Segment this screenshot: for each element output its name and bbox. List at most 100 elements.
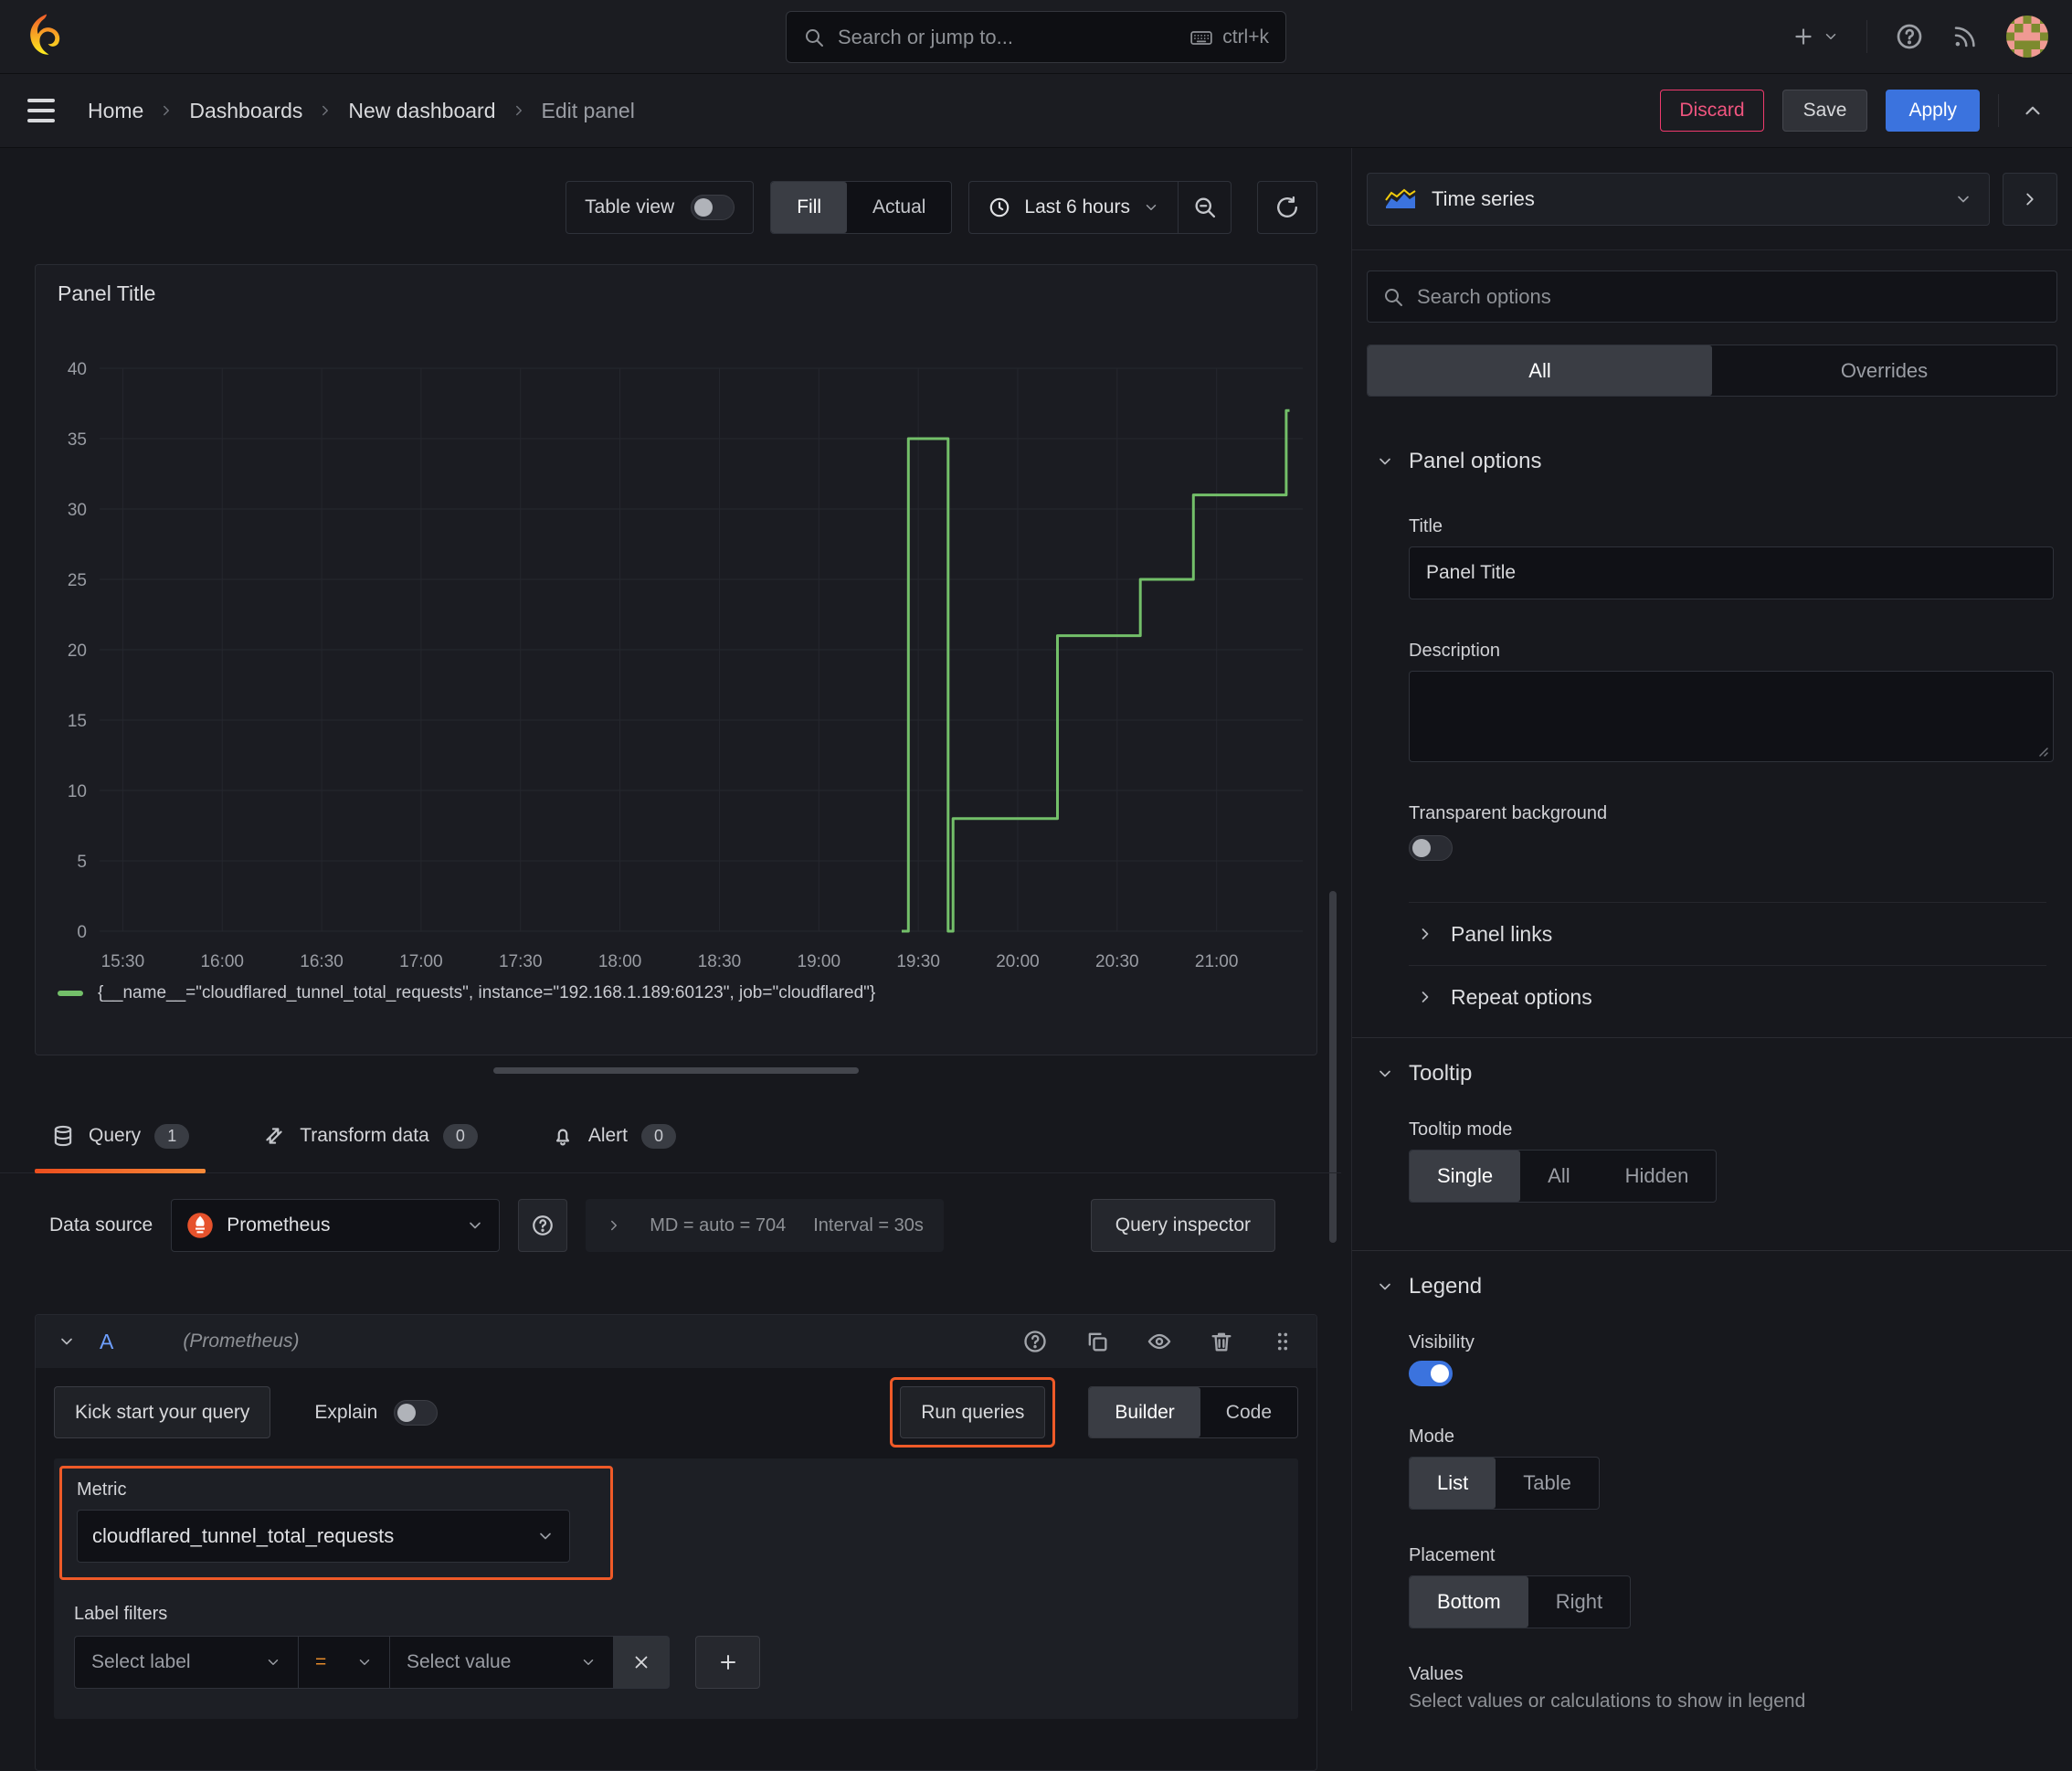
zoom-out-time-button[interactable] [1178,182,1231,233]
max-data-points-stat: MD = auto = 704 [650,1214,787,1235]
options-search-input[interactable] [1417,284,2042,309]
options-pane: Time series All Overrides Panel options … [1351,148,2072,1711]
breadcrumb: Home Dashboards New dashboard Edit panel [88,99,635,123]
tab-query[interactable]: Query 1 [35,1099,206,1173]
top-bar: ctrl+k [0,0,2072,74]
time-range-picker[interactable]: Last 6 hours [969,196,1178,219]
query-row-header[interactable]: A (Prometheus) [36,1315,1316,1368]
discard-button[interactable]: Discard [1660,90,1764,132]
prometheus-icon [187,1213,213,1238]
legend-mode-table[interactable]: Table [1496,1458,1599,1509]
time-series-chart[interactable]: 0 5 10 15 20 25 30 35 40 15:30 16:00 16:30 17:00 17:3… [36,265,1316,978]
legend-placement-right[interactable]: Right [1528,1576,1630,1628]
svg-text:35: 35 [68,430,87,450]
kick-start-query-button[interactable]: Kick start your query [54,1386,271,1438]
legend-series-name[interactable]: {__name__="cloudflared_tunnel_total_requ… [98,983,875,1003]
bell-icon [551,1124,575,1148]
tooltip-mode-single[interactable]: Single [1410,1151,1521,1202]
tab-alert[interactable]: Alert 0 [534,1099,692,1172]
datasource-picker[interactable]: Prometheus [171,1199,501,1252]
search-shortcut: ctrl+k [1189,26,1269,49]
description-field [1409,671,2054,762]
code-option[interactable]: Code [1200,1387,1297,1437]
resize-handle-icon[interactable] [2035,744,2048,757]
help-button[interactable] [1895,22,1924,51]
title-field [1409,546,2054,599]
builder-option[interactable]: Builder [1089,1387,1200,1437]
query-inspector-button[interactable]: Query inspector [1090,1199,1275,1252]
panel-links-section[interactable]: Panel links [1352,903,2072,965]
visualization-picker[interactable]: Time series [1367,173,1990,226]
query-help-button[interactable] [1022,1329,1048,1354]
title-input[interactable] [1426,562,2036,584]
menu-toggle-button[interactable] [27,99,55,122]
fill-option[interactable]: Fill [771,182,848,233]
panel-options-heading: Panel options [1409,449,1542,473]
breadcrumb-dashboards[interactable]: Dashboards [189,99,302,123]
chevron-down-icon [540,1532,551,1540]
tooltip-mode-hidden[interactable]: Hidden [1598,1151,1717,1202]
viz-suggestions-button[interactable] [2003,173,2057,226]
actual-option[interactable]: Actual [847,182,951,233]
tab-overrides[interactable]: Overrides [1712,345,2056,396]
query-options-summary[interactable]: MD = auto = 704 Interval = 30s [586,1199,944,1252]
fill-actual-group: Fill Actual [770,181,953,234]
toggle-query-visibility-button[interactable] [1147,1329,1172,1354]
table-view-toggle[interactable] [691,195,735,220]
tooltip-section-header[interactable]: Tooltip [1352,1060,2072,1087]
search-shortcut-text: ctrl+k [1222,26,1269,48]
legend-placement-bottom[interactable]: Bottom [1410,1576,1528,1628]
datasource-help-button[interactable] [518,1199,568,1252]
chevron-down-icon [1380,1283,1390,1290]
explain-toggle[interactable] [394,1399,439,1426]
grafana-logo[interactable] [24,10,69,64]
options-filter-tabs: All Overrides [1367,345,2057,397]
legend-values-label: Values [1409,1664,1464,1684]
metric-select[interactable]: cloudflared_tunnel_total_requests [77,1510,570,1563]
save-button[interactable]: Save [1781,90,1868,132]
run-queries-button[interactable]: Run queries [900,1386,1046,1438]
query-editor-card: A (Prometheus) Kick start your query Exp… [35,1314,1317,1771]
collapse-pane-button[interactable] [2021,99,2045,122]
refresh-icon [1277,196,1297,217]
visualization-value: Time series [1432,187,1535,210]
breadcrumb-home[interactable]: Home [88,99,143,123]
global-search[interactable]: ctrl+k [786,11,1286,63]
operator-dropdown[interactable]: = [298,1636,390,1689]
user-avatar[interactable] [2006,16,2048,58]
horizontal-scrollbar[interactable] [493,1067,859,1074]
apply-button[interactable]: Apply [1886,90,1980,132]
legend-mode-switch: List Table [1409,1457,1600,1510]
drag-query-handle[interactable] [1271,1330,1295,1353]
tooltip-mode-all[interactable]: All [1520,1151,1597,1202]
legend-mode-list[interactable]: List [1410,1458,1496,1509]
refresh-button[interactable] [1257,181,1317,234]
chevron-down-icon [359,1660,370,1665]
repeat-options-section[interactable]: Repeat options [1352,966,2072,1028]
panel-options-section-header[interactable]: Panel options [1352,448,2072,475]
new-menu-button[interactable] [1792,25,1839,48]
breadcrumb-new-dashboard[interactable]: New dashboard [348,99,495,123]
news-button[interactable] [1951,23,1979,50]
options-search[interactable] [1367,270,2057,323]
legend-visibility-toggle[interactable] [1409,1361,1453,1386]
chevron-right-icon [611,1220,618,1231]
tab-all-options[interactable]: All [1368,345,1712,396]
global-search-input[interactable] [838,25,1178,49]
legend-section-header[interactable]: Legend [1352,1273,2072,1300]
tab-transform-count: 0 [442,1123,478,1149]
panel-toolbar: Table view Fill Actual Last 6 hours [35,181,1317,234]
duplicate-query-button[interactable] [1084,1329,1110,1354]
chevron-right-icon [1422,992,1429,1002]
tab-transform-data[interactable]: Transform data 0 [246,1099,494,1172]
description-input[interactable] [1410,672,2053,761]
help-icon [1897,24,1922,49]
vertical-scrollbar[interactable] [1329,891,1337,1243]
remove-filter-button[interactable] [613,1636,670,1689]
add-filter-button[interactable] [695,1636,760,1689]
select-label-dropdown[interactable]: Select label [74,1636,299,1689]
select-value-dropdown[interactable]: Select value [389,1636,614,1689]
legend-series-swatch[interactable] [58,991,83,996]
delete-query-button[interactable] [1209,1329,1234,1354]
transparent-background-toggle[interactable] [1409,835,1453,861]
